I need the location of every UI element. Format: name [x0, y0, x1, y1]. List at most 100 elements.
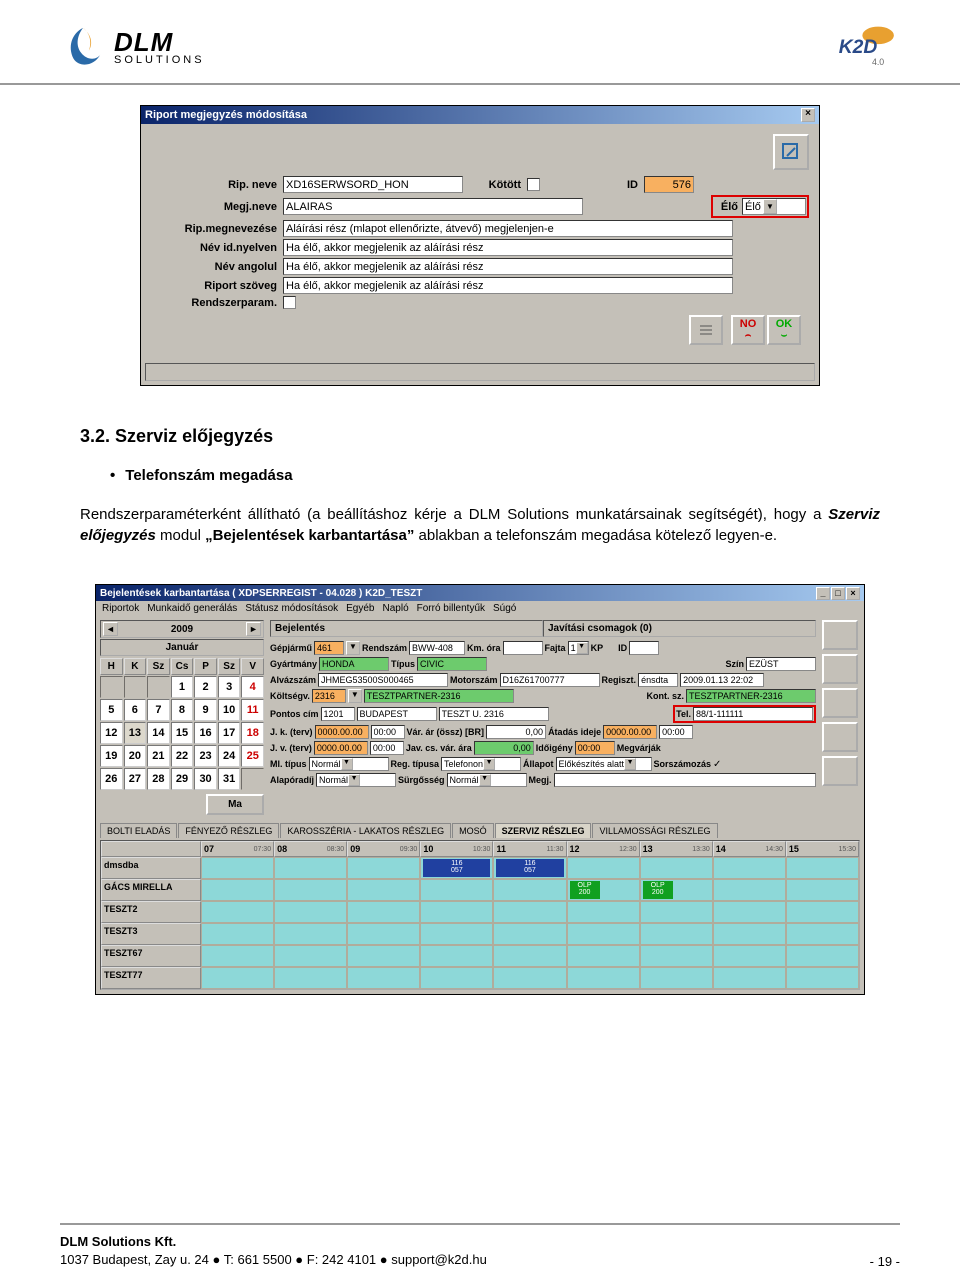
- nev-ang-input[interactable]: [283, 258, 733, 275]
- mltipus-select[interactable]: Normál▼: [309, 757, 389, 771]
- gantt-cell[interactable]: [493, 923, 566, 945]
- list-icon[interactable]: [689, 315, 723, 345]
- rip-megnev-input[interactable]: [283, 220, 733, 237]
- koltsegv-nev-input[interactable]: [364, 689, 514, 703]
- cal-day[interactable]: 8: [171, 699, 194, 721]
- gantt-cell[interactable]: [274, 923, 347, 945]
- gantt-cell[interactable]: [420, 901, 493, 923]
- cal-day[interactable]: 6: [124, 699, 147, 721]
- cal-day[interactable]: 19: [100, 745, 123, 767]
- gantt-cell[interactable]: [713, 923, 786, 945]
- cal-day[interactable]: 27: [124, 768, 147, 790]
- cal-day[interactable]: 31: [218, 768, 241, 790]
- gantt-cell[interactable]: [786, 879, 859, 901]
- gantt-cell[interactable]: [640, 945, 713, 967]
- cal-day[interactable]: 14: [147, 722, 170, 744]
- gantt-cell[interactable]: [640, 901, 713, 923]
- cal-day[interactable]: 16: [194, 722, 217, 744]
- atadas-h-input[interactable]: [659, 725, 693, 739]
- cal-day[interactable]: 20: [124, 745, 147, 767]
- rendszer-checkbox[interactable]: [283, 296, 296, 309]
- menu-item[interactable]: Riportok: [102, 603, 139, 614]
- minimize-icon[interactable]: _: [816, 587, 830, 600]
- gantt-cell[interactable]: OLP200: [567, 879, 640, 901]
- gantt-cell[interactable]: [567, 857, 640, 879]
- gantt-cell[interactable]: [493, 967, 566, 989]
- gantt-cell[interactable]: [567, 901, 640, 923]
- gantt-cell[interactable]: [201, 945, 274, 967]
- cal-day[interactable]: 25: [241, 745, 264, 767]
- gantt-cell[interactable]: [420, 967, 493, 989]
- tab[interactable]: KAROSSZÉRIA - LAKATOS RÉSZLEG: [280, 823, 451, 838]
- gantt-cell[interactable]: [274, 967, 347, 989]
- gantt-cell[interactable]: [274, 879, 347, 901]
- cal-day[interactable]: 28: [147, 768, 170, 790]
- cal-day[interactable]: 7: [147, 699, 170, 721]
- gantt-cell[interactable]: [786, 901, 859, 923]
- cal-day[interactable]: 23: [194, 745, 217, 767]
- lookup-icon[interactable]: ▼: [348, 689, 362, 703]
- menu-item[interactable]: Munkaidő generálás: [147, 603, 237, 614]
- menu-item[interactable]: Súgó: [493, 603, 516, 614]
- gantt-cell[interactable]: [567, 967, 640, 989]
- megj-input[interactable]: [554, 773, 816, 787]
- regiszt-t-input[interactable]: [638, 673, 678, 687]
- sorszamozas-checkbox[interactable]: ✓: [713, 759, 724, 770]
- cim-city-input[interactable]: [357, 707, 437, 721]
- cal-prev-icon[interactable]: ◄: [103, 622, 118, 636]
- cim-zip-input[interactable]: [321, 707, 355, 721]
- gepjarmu-input[interactable]: [314, 641, 344, 655]
- jvterv-d-input[interactable]: [314, 741, 368, 755]
- lookup-icon[interactable]: ▼: [346, 641, 360, 655]
- gantt-cell[interactable]: [786, 923, 859, 945]
- cal-day[interactable]: 18: [241, 722, 264, 744]
- cal-day[interactable]: 2: [194, 676, 217, 698]
- allapot-select[interactable]: Előkészítés alatt▼: [556, 757, 652, 771]
- gantt-cell[interactable]: [493, 945, 566, 967]
- alvazszam-input[interactable]: [318, 673, 448, 687]
- gantt-cell[interactable]: [274, 945, 347, 967]
- tool-icon-3[interactable]: [822, 688, 858, 718]
- gantt-cell[interactable]: [640, 857, 713, 879]
- cal-day[interactable]: 21: [147, 745, 170, 767]
- cal-day[interactable]: 30: [194, 768, 217, 790]
- cal-day[interactable]: 29: [171, 768, 194, 790]
- tool-icon-2[interactable]: [822, 654, 858, 684]
- gantt-cell[interactable]: [713, 857, 786, 879]
- cal-day[interactable]: 12: [100, 722, 123, 744]
- cal-day[interactable]: 13: [124, 722, 147, 744]
- tool-icon-4[interactable]: [822, 722, 858, 752]
- gantt-cell[interactable]: [201, 857, 274, 879]
- cal-day[interactable]: 4: [241, 676, 264, 698]
- jvterv-h-input[interactable]: [370, 741, 404, 755]
- gantt-cell[interactable]: [713, 967, 786, 989]
- tab[interactable]: BOLTI ELADÁS: [100, 823, 177, 838]
- elo-select[interactable]: Élő ▼: [742, 198, 806, 215]
- gantt-cell[interactable]: [493, 901, 566, 923]
- menu-item[interactable]: Státusz módosítások: [245, 603, 338, 614]
- varar-input[interactable]: [486, 725, 546, 739]
- gantt-cell[interactable]: [786, 967, 859, 989]
- gantt-cell[interactable]: [201, 901, 274, 923]
- gantt-cell[interactable]: [201, 879, 274, 901]
- cal-day[interactable]: 17: [218, 722, 241, 744]
- menu-item[interactable]: Egyéb: [346, 603, 374, 614]
- atadas-d-input[interactable]: [603, 725, 657, 739]
- idoigeny-input[interactable]: [575, 741, 615, 755]
- tab[interactable]: VILLAMOSSÁGI RÉSZLEG: [592, 823, 717, 838]
- gantt-cell[interactable]: [640, 967, 713, 989]
- alapordij-select[interactable]: Normál▼: [316, 773, 396, 787]
- cal-day[interactable]: 9: [194, 699, 217, 721]
- gantt-cell[interactable]: [493, 879, 566, 901]
- javcs-input[interactable]: [474, 741, 534, 755]
- gantt-cell[interactable]: [347, 945, 420, 967]
- gantt-cell[interactable]: [567, 923, 640, 945]
- gantt-cell[interactable]: [786, 945, 859, 967]
- regiszt-d-input[interactable]: [680, 673, 764, 687]
- tab[interactable]: SZERVIZ RÉSZLEG: [495, 823, 592, 838]
- gantt-cell[interactable]: [420, 879, 493, 901]
- jkterv-h-input[interactable]: [371, 725, 405, 739]
- ok-button[interactable]: OK⌣: [767, 315, 801, 345]
- cal-day[interactable]: 15: [171, 722, 194, 744]
- gantt-cell[interactable]: [420, 923, 493, 945]
